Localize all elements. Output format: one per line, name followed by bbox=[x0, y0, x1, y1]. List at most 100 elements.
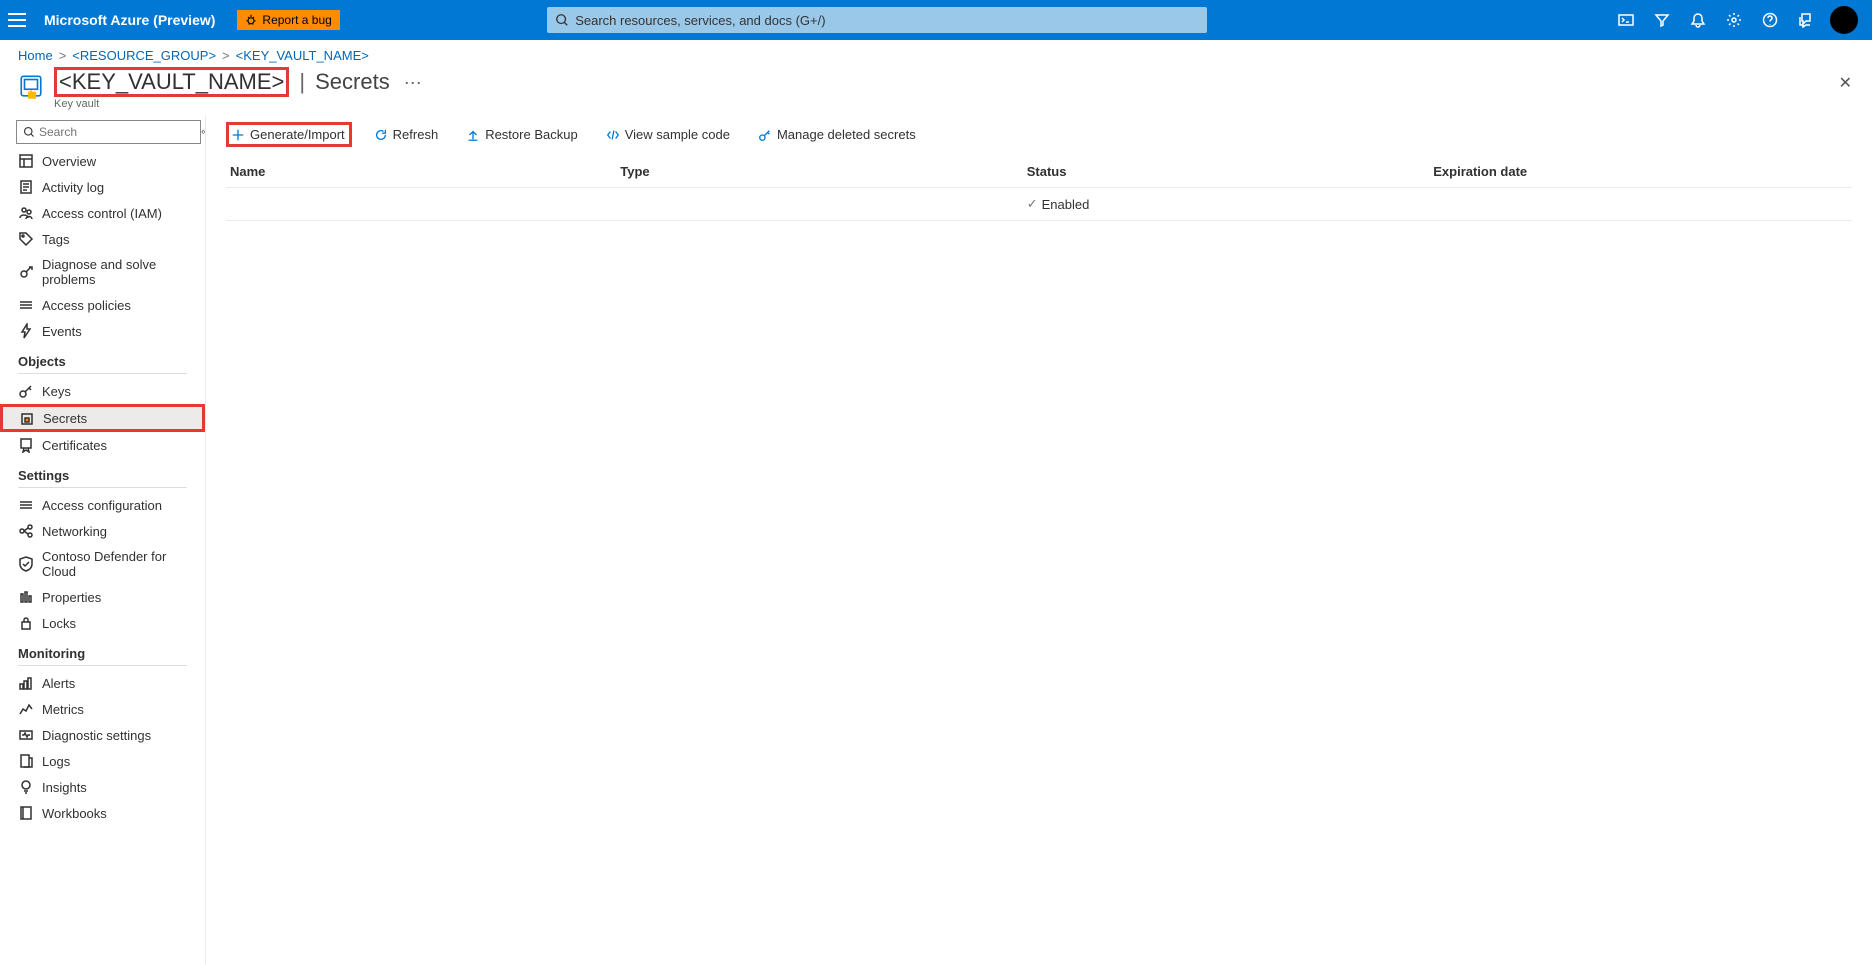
search-icon bbox=[555, 13, 569, 27]
sidebar-item-networking[interactable]: Networking bbox=[0, 518, 205, 544]
cell-exp bbox=[1429, 188, 1852, 221]
breadcrumb-rg[interactable]: <RESOURCE_GROUP> bbox=[72, 48, 216, 63]
menu-icon[interactable] bbox=[8, 13, 26, 27]
sidebar-item-locks[interactable]: Locks bbox=[0, 610, 205, 636]
sidebar-item-label: Locks bbox=[42, 616, 76, 631]
cell-name bbox=[226, 188, 616, 221]
sidebar-item-workbooks[interactable]: Workbooks bbox=[0, 800, 205, 826]
alerts-icon bbox=[18, 675, 34, 691]
breadcrumb-home[interactable]: Home bbox=[18, 48, 53, 63]
manage-deleted-secrets-button[interactable]: Manage deleted secrets bbox=[752, 123, 922, 146]
topbar: Microsoft Azure (Preview) Report a bug bbox=[0, 0, 1872, 40]
cloud-shell-icon[interactable] bbox=[1610, 0, 1642, 40]
sidebar-item-label: Contoso Defender for Cloud bbox=[42, 549, 197, 579]
page-section: Secrets bbox=[315, 69, 390, 95]
sidebar-category-objects: Objects bbox=[0, 344, 205, 373]
sidebar-item-tags[interactable]: Tags bbox=[0, 226, 205, 252]
refresh-icon bbox=[374, 128, 388, 142]
col-name[interactable]: Name bbox=[226, 156, 616, 188]
iam-icon bbox=[18, 205, 34, 221]
help-icon[interactable] bbox=[1754, 0, 1786, 40]
sidebar-search[interactable] bbox=[16, 120, 201, 144]
diag-icon bbox=[18, 727, 34, 743]
sidebar-item-label: Keys bbox=[42, 384, 71, 399]
sidebar-item-label: Properties bbox=[42, 590, 101, 605]
sidebar-item-access-policies[interactable]: Access policies bbox=[0, 292, 205, 318]
secrets-table: Name Type Status Expiration date ✓ Enabl… bbox=[226, 156, 1852, 221]
sidebar-item-diagnose-and-solve-problems[interactable]: Diagnose and solve problems bbox=[0, 252, 205, 292]
refresh-button[interactable]: Refresh bbox=[368, 123, 445, 146]
more-button[interactable]: ⋯ bbox=[400, 73, 427, 94]
sidebar-item-secrets[interactable]: Secrets bbox=[0, 404, 205, 432]
breadcrumb-sep: > bbox=[59, 48, 67, 63]
cell-type bbox=[616, 188, 1023, 221]
sidebar-item-properties[interactable]: Properties bbox=[0, 584, 205, 610]
page-header: <KEY_VAULT_NAME> | Secrets ⋯ Key vault ✕ bbox=[0, 67, 1872, 116]
sidebar-divider bbox=[18, 665, 187, 666]
breadcrumb-kv[interactable]: <KEY_VAULT_NAME> bbox=[236, 48, 369, 63]
table-row[interactable]: ✓ Enabled bbox=[226, 188, 1852, 221]
lock-icon bbox=[18, 615, 34, 631]
sidebar-item-label: Activity log bbox=[42, 180, 104, 195]
sidebar-item-insights[interactable]: Insights bbox=[0, 774, 205, 800]
title-separator: | bbox=[299, 69, 305, 95]
topbar-icons bbox=[1610, 0, 1864, 40]
props-icon bbox=[18, 589, 34, 605]
defender-icon bbox=[18, 556, 34, 572]
sidebar-item-activity-log[interactable]: Activity log bbox=[0, 174, 205, 200]
view-sample-code-button[interactable]: View sample code bbox=[600, 123, 736, 146]
generate-import-button[interactable]: Generate/Import bbox=[226, 122, 352, 147]
sidebar-search-input[interactable] bbox=[39, 125, 194, 139]
logs-icon bbox=[18, 753, 34, 769]
sidebar-divider bbox=[18, 487, 187, 488]
global-search[interactable] bbox=[547, 7, 1207, 33]
report-bug-button[interactable]: Report a bug bbox=[237, 10, 339, 30]
sidebar-item-keys[interactable]: Keys bbox=[0, 378, 205, 404]
notifications-icon[interactable] bbox=[1682, 0, 1714, 40]
sidebar-item-label: Insights bbox=[42, 780, 87, 795]
sidebar-category-settings: Settings bbox=[0, 458, 205, 487]
close-icon[interactable]: ✕ bbox=[1839, 73, 1854, 93]
feedback-icon[interactable] bbox=[1790, 0, 1822, 40]
bug-icon bbox=[245, 14, 257, 26]
sidebar-item-access-configuration[interactable]: Access configuration bbox=[0, 492, 205, 518]
restore-label: Restore Backup bbox=[485, 127, 578, 142]
sidebar-item-contoso-defender-for-cloud[interactable]: Contoso Defender for Cloud bbox=[0, 544, 205, 584]
sidebar-item-label: Access configuration bbox=[42, 498, 162, 513]
main-content: Generate/Import Refresh Restore Backup V… bbox=[206, 116, 1872, 965]
sidebar-item-access-control-iam-[interactable]: Access control (IAM) bbox=[0, 200, 205, 226]
policies-icon bbox=[18, 297, 34, 313]
global-search-input[interactable] bbox=[575, 13, 1199, 28]
secrets-icon bbox=[19, 410, 35, 426]
restore-backup-button[interactable]: Restore Backup bbox=[460, 123, 584, 146]
sidebar-item-certificates[interactable]: Certificates bbox=[0, 432, 205, 458]
sidebar-item-events[interactable]: Events bbox=[0, 318, 205, 344]
metrics-icon bbox=[18, 701, 34, 717]
sample-label: View sample code bbox=[625, 127, 730, 142]
manage-label: Manage deleted secrets bbox=[777, 127, 916, 142]
sidebar-item-label: Networking bbox=[42, 524, 107, 539]
layout: « OverviewActivity logAccess control (IA… bbox=[0, 116, 1872, 965]
workbooks-icon bbox=[18, 805, 34, 821]
sidebar-item-label: Metrics bbox=[42, 702, 84, 717]
directory-filter-icon[interactable] bbox=[1646, 0, 1678, 40]
sidebar: « OverviewActivity logAccess control (IA… bbox=[0, 116, 206, 965]
avatar[interactable] bbox=[1830, 6, 1858, 34]
sidebar-item-label: Certificates bbox=[42, 438, 107, 453]
code-icon bbox=[606, 128, 620, 142]
sidebar-item-overview[interactable]: Overview bbox=[0, 148, 205, 174]
sidebar-item-diagnostic-settings[interactable]: Diagnostic settings bbox=[0, 722, 205, 748]
sidebar-item-metrics[interactable]: Metrics bbox=[0, 696, 205, 722]
cell-status: ✓ Enabled bbox=[1023, 188, 1430, 221]
settings-gear-icon[interactable] bbox=[1718, 0, 1750, 40]
col-exp[interactable]: Expiration date bbox=[1429, 156, 1852, 188]
breadcrumb-sep: > bbox=[222, 48, 230, 63]
col-status[interactable]: Status bbox=[1023, 156, 1430, 188]
table-header-row: Name Type Status Expiration date bbox=[226, 156, 1852, 188]
col-type[interactable]: Type bbox=[616, 156, 1023, 188]
sidebar-item-logs[interactable]: Logs bbox=[0, 748, 205, 774]
sidebar-divider bbox=[18, 373, 187, 374]
page-subtitle: Key vault bbox=[54, 98, 427, 110]
sidebar-item-label: Secrets bbox=[43, 411, 87, 426]
sidebar-item-alerts[interactable]: Alerts bbox=[0, 670, 205, 696]
